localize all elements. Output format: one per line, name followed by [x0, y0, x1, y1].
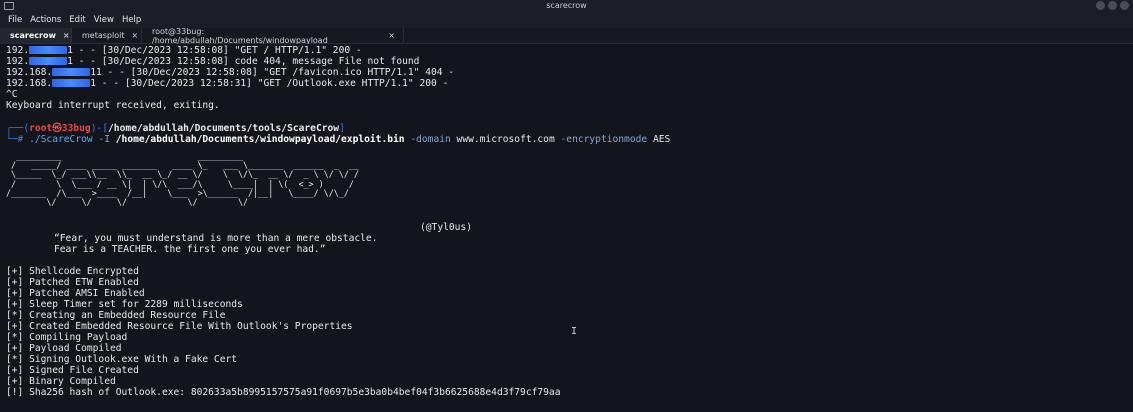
terminal-output[interactable]: 192. 1 - - [30/Dec/2023 12:58:08] "GET / …: [0, 44, 1133, 412]
tab-label: scarecrow: [10, 31, 56, 40]
status-line: [+] Shellcode Encrypted: [6, 266, 139, 277]
text-cursor-icon: I: [571, 326, 578, 337]
status-line: [+] Patched ETW Enabled: [6, 277, 139, 288]
tab-label: root@33bug: /home/abdullah/Documents/win…: [152, 26, 328, 45]
log-line: 192. 1 - - [30/Dec/2023 12:58:08] code 40…: [6, 56, 420, 67]
shell-prompt: ┌──(root㉿33bug)-[/home/abdullah/Document…: [6, 123, 345, 134]
status-line: [+] Binary Compiled: [6, 376, 116, 387]
redacted-ip: [52, 68, 91, 76]
tab-label: metasploit: [82, 31, 125, 40]
status-line: [+] Signed File Created: [6, 365, 139, 376]
minimize-button[interactable]: [1096, 1, 1105, 10]
redacted-ip: [29, 57, 68, 65]
banner-quote-line-2: Fear is a TEACHER. the first one you eve…: [54, 244, 326, 255]
status-line: [*] Compiling Payload: [6, 332, 128, 343]
tab-close-icon[interactable]: ×: [131, 31, 138, 40]
menu-view[interactable]: View: [94, 12, 114, 28]
menu-help[interactable]: Help: [122, 12, 141, 28]
keyboard-interrupt-message: Keyboard interrupt received, exiting.: [6, 100, 220, 111]
status-line: [+] Patched AMSI Enabled: [6, 288, 145, 299]
status-line: [+] Created Embedded Resource File With …: [6, 321, 353, 332]
banner-quote-line-1: “Fear, you must understand is more than …: [54, 233, 378, 244]
window-title: scarecrow: [546, 1, 587, 10]
status-line: [*] Creating an Embedded Resource File: [6, 310, 226, 321]
tab-scarecrow[interactable]: scarecrow ×: [0, 28, 72, 43]
tab-bar: scarecrow × metasploit × root@33bug: /ho…: [0, 26, 1133, 45]
status-line: [*] Signing Outlook.exe With a Fake Cert: [6, 354, 238, 365]
hash-line: [!] Sha256 hash of Outlook.exe: 802633a5…: [6, 387, 561, 398]
scarecrow-banner: _________ _________ / _____/ ____ _____ …: [6, 151, 359, 208]
status-line: [+] Payload Compiled: [6, 343, 122, 354]
tab-metasploit[interactable]: metasploit ×: [72, 28, 142, 43]
maximize-button[interactable]: [1108, 1, 1117, 10]
interrupt-line: ^C: [6, 89, 18, 100]
menu-file[interactable]: File: [8, 12, 22, 28]
close-window-button[interactable]: [1120, 1, 1129, 10]
tab-windowpayload[interactable]: root@33bug: /home/abdullah/Documents/win…: [142, 26, 404, 45]
redacted-ip: [29, 46, 68, 54]
redacted-ip: [52, 79, 91, 87]
tab-close-icon[interactable]: ×: [388, 31, 395, 40]
command-line: └─# ./ScareCrow -I /home/abdullah/Docume…: [6, 134, 671, 145]
log-line: 192.168. 11 - - [30/Dec/2023 12:58:08] "G…: [6, 67, 455, 78]
terminal-window: scarecrow File Actions Edit View Help sc…: [0, 0, 1133, 412]
window-controls: [1096, 1, 1129, 10]
banner-author: (@Tyl0us): [420, 222, 472, 233]
menu-actions[interactable]: Actions: [30, 12, 61, 28]
tab-close-icon[interactable]: ×: [63, 31, 70, 40]
log-line: 192. 1 - - [30/Dec/2023 12:58:08] "GET / …: [6, 45, 362, 56]
log-line: 192.168. 1 - - [30/Dec/2023 12:58:31] "GE…: [6, 78, 449, 89]
title-bar: scarecrow: [0, 0, 1133, 12]
status-line: [+] Sleep Timer set for 2289 millisecond…: [6, 299, 243, 310]
menu-edit[interactable]: Edit: [69, 12, 85, 28]
